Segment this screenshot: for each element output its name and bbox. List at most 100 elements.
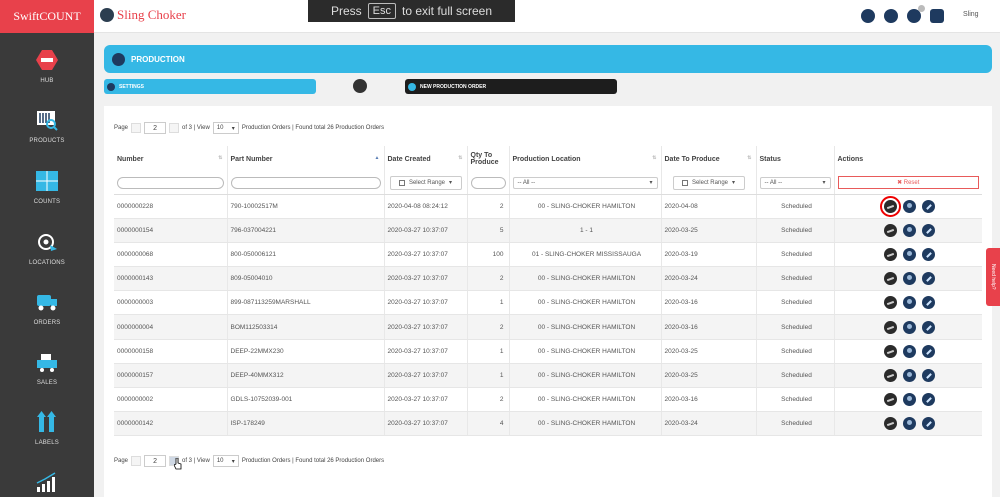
sidebar-item-reports[interactable]: [0, 470, 94, 497]
cell-location: 00 - SLING-CHOKER HAMILTON: [508, 363, 661, 389]
new-production-order-button[interactable]: NEW PRODUCTION ORDER: [405, 79, 617, 94]
production-chart-icon[interactable]: [884, 417, 898, 431]
sidebar-item-sales[interactable]: SALES: [0, 350, 94, 386]
download-icon[interactable]: [861, 9, 875, 23]
per-page-select[interactable]: 10 ▾: [212, 122, 239, 134]
assign-user-icon[interactable]: [903, 296, 917, 310]
table-row[interactable]: 0000000158 DEEP-22MMX230 2020-03-27 10:37:…: [114, 339, 982, 364]
edit-pencil-icon[interactable]: [922, 247, 936, 261]
production-chart-icon[interactable]: [884, 223, 898, 237]
page-number-input[interactable]: 2: [144, 122, 167, 134]
top-icons: [861, 5, 944, 23]
cell-part-number: DEEP-22MMX230: [226, 339, 384, 364]
assign-user-icon[interactable]: [903, 223, 917, 237]
user-menu[interactable]: Sling: [963, 11, 979, 18]
truck-icon: [35, 290, 59, 314]
sort-icon: ⇅: [652, 155, 657, 161]
col-production-location[interactable]: Production Location ⇅: [508, 146, 661, 172]
table-row[interactable]: 0000000003 899-087113259MARSHALL 2020-03-2…: [114, 290, 982, 316]
assign-user-icon[interactable]: [903, 320, 917, 334]
production-chart-icon[interactable]: [884, 272, 898, 286]
col-part-number[interactable]: Part Number ▲: [226, 146, 384, 172]
qty-filter-input[interactable]: [470, 176, 506, 189]
production-chart-icon[interactable]: [884, 296, 898, 310]
part-number-filter-input[interactable]: [230, 176, 381, 189]
sidebar-item-counts[interactable]: COUNTS: [0, 169, 94, 205]
status-filter-select[interactable]: -- All -- ▾: [759, 176, 831, 189]
cell-status: Scheduled: [755, 266, 834, 292]
sidebar-item-hub[interactable]: HUB: [0, 48, 94, 84]
edit-pencil-icon[interactable]: [922, 344, 936, 358]
edit-pencil-icon[interactable]: [922, 393, 936, 407]
location-filter-select[interactable]: -- All -- ▾: [512, 176, 658, 189]
assign-user-icon[interactable]: [903, 393, 917, 407]
table-row[interactable]: 0000000142 ISP-178249 2020-03-27 10:37:07 4…: [114, 411, 982, 437]
date-to-produce-range[interactable]: Select Range ▾: [672, 175, 745, 190]
production-chart-icon[interactable]: [884, 344, 898, 358]
cell-part-number: BOM112503314: [226, 314, 384, 340]
col-status[interactable]: Status: [755, 146, 834, 172]
assign-user-icon[interactable]: [903, 344, 917, 358]
col-date-created[interactable]: Date Created ⇅: [383, 146, 467, 172]
assign-user-icon[interactable]: [903, 247, 917, 261]
production-chart-icon[interactable]: [884, 368, 898, 382]
table-row[interactable]: 0000000068 800-050006121 2020-03-27 10:37:…: [114, 242, 982, 268]
table-row[interactable]: 0000000143 809-05004010 2020-03-27 10:37:0…: [114, 266, 982, 292]
production-chart-icon[interactable]: [884, 320, 898, 334]
per-page-select[interactable]: 10 ▾: [212, 455, 239, 467]
cell-actions: [833, 363, 982, 389]
production-chart-icon[interactable]: [884, 247, 898, 261]
edit-pencil-icon[interactable]: [922, 296, 936, 310]
production-chart-icon[interactable]: [884, 393, 898, 407]
edit-pencil-icon[interactable]: [922, 320, 936, 334]
sidebar-item-locations[interactable]: LOCATIONS: [0, 230, 94, 266]
page-number-input[interactable]: 2: [144, 455, 167, 467]
col-qty-to-produce[interactable]: Qty To Produce: [466, 146, 509, 172]
cloud-icon[interactable]: [353, 79, 367, 93]
notifications-icon[interactable]: [907, 5, 925, 23]
edit-pencil-icon[interactable]: [922, 417, 936, 431]
settings-icon[interactable]: [884, 9, 898, 23]
sidebar-item-orders[interactable]: ORDERS: [0, 290, 94, 326]
reset-filters-button[interactable]: ✖ Reset: [837, 176, 979, 190]
company-header: Sling Choker: [100, 7, 186, 23]
number-filter-input[interactable]: [117, 176, 224, 189]
assign-user-icon[interactable]: [903, 199, 917, 213]
assign-user-icon[interactable]: [903, 368, 917, 382]
top-bar: Sling Choker Sling: [94, 0, 1000, 33]
prev-page-button[interactable]: [131, 123, 142, 133]
edit-pencil-icon[interactable]: [922, 223, 936, 237]
cell-actions: [833, 290, 982, 316]
assign-user-icon[interactable]: [903, 272, 917, 286]
table-row[interactable]: 0000000154 796-037004221 2020-03-27 10:37:…: [114, 218, 982, 243]
col-date-to-produce[interactable]: Date To Produce ⇅: [660, 146, 756, 172]
filter-row: Select Range ▾ -- All -- ▾ Select Range ▾ -…: [114, 172, 982, 195]
esc-key: Esc: [367, 3, 396, 19]
edit-pencil-icon[interactable]: [922, 199, 936, 213]
production-chart-icon[interactable]: [880, 195, 902, 217]
sort-icon: ⇅: [218, 155, 223, 161]
settings-button[interactable]: SETTINGS: [104, 79, 316, 94]
pager-summary: Production Orders | Found total 26 Produ…: [241, 458, 385, 464]
sidebar-item-labels[interactable]: LABELS: [0, 410, 94, 446]
cell-part-number: GDLS-10752039-001: [226, 387, 384, 413]
table-row[interactable]: 0000000004 BOM112503314 2020-03-27 10:37:0…: [114, 314, 982, 340]
col-number[interactable]: Number ⇅: [114, 146, 227, 172]
assign-user-icon[interactable]: [903, 417, 917, 431]
prev-page-button[interactable]: [131, 456, 142, 466]
chevron-down-icon: ▾: [231, 125, 235, 132]
table-row[interactable]: 0000000002 GDLS-10752039-001 2020-03-27 10…: [114, 387, 982, 413]
edit-pencil-icon[interactable]: [922, 368, 936, 382]
sidebar-item-products[interactable]: PRODUCTS: [0, 108, 94, 144]
date-created-range[interactable]: Select Range ▾: [389, 175, 462, 190]
need-help-tab[interactable]: Need help?: [986, 248, 1000, 306]
brand-logo[interactable]: SwiftCOUNT: [0, 0, 94, 33]
table-row[interactable]: 0000000157 DEEP-40MMX312 2020-03-27 10:37:…: [114, 363, 982, 389]
table-row[interactable]: 0000000228 790-10002517M 2020-04-08 08:24:…: [114, 194, 982, 219]
next-page-button[interactable]: [169, 123, 180, 133]
pager-summary: Production Orders | Found total 26 Produ…: [241, 125, 385, 131]
barcode-search-icon: [35, 108, 59, 132]
document-icon[interactable]: [930, 9, 944, 23]
cell-date-to-produce: 2020-03-24: [660, 411, 756, 437]
edit-pencil-icon[interactable]: [922, 272, 936, 286]
